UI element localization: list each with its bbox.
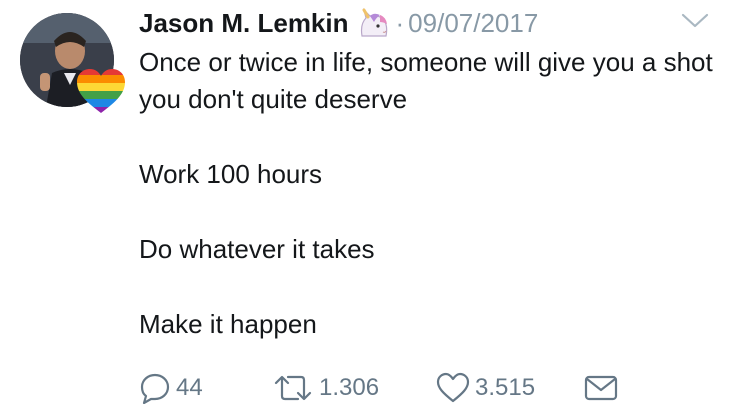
tweet-card[interactable]: Jason M. Lemkin · 09/07/2017 Once or twi… <box>0 0 737 418</box>
reply-count: 44 <box>176 374 203 401</box>
retweet-icon <box>274 375 312 401</box>
envelope-icon <box>584 375 618 401</box>
direct-message-button[interactable] <box>583 370 619 406</box>
author-name[interactable]: Jason M. Lemkin <box>139 8 349 39</box>
tweet-line: Do whatever it takes <box>139 234 375 264</box>
tweet-line: Make it happen <box>139 309 317 339</box>
tweet-date[interactable]: 09/07/2017 <box>408 8 538 39</box>
tweet-actions: 44 1.306 3.515 <box>139 370 639 406</box>
header-separator: · <box>395 7 405 38</box>
avatar[interactable] <box>17 13 125 113</box>
tweet-line: Once or twice in life, someone will give… <box>139 47 713 114</box>
reply-button[interactable]: 44 <box>139 370 203 406</box>
heart-icon <box>436 372 470 403</box>
tweet-header: Jason M. Lemkin · 09/07/2017 <box>139 3 538 43</box>
unicorn-icon <box>360 8 387 37</box>
retweet-button[interactable]: 1.306 <box>272 370 379 406</box>
tweet-text: Once or twice in life, someone will give… <box>139 44 729 381</box>
like-button[interactable]: 3.515 <box>436 370 535 406</box>
rainbow-heart-icon <box>77 69 125 113</box>
retweet-count: 1.306 <box>319 374 380 401</box>
chevron-down-icon[interactable] <box>680 9 710 31</box>
reply-icon <box>140 373 170 404</box>
like-count: 3.515 <box>475 374 536 401</box>
tweet-line: Work 100 hours <box>139 159 323 189</box>
